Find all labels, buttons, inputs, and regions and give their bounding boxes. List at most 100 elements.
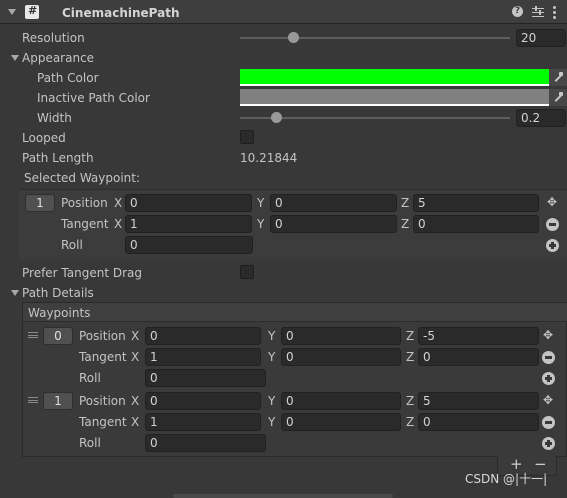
roll-label: Roll — [61, 238, 83, 252]
path-details-foldout-arrow-icon[interactable] — [11, 290, 19, 296]
roll-field[interactable]: 0 — [145, 434, 266, 452]
drag-handle-icon[interactable] — [28, 332, 38, 338]
add-icon[interactable] — [542, 372, 555, 385]
axis-y-label: Y — [268, 329, 276, 343]
position-label: Position — [61, 196, 108, 210]
position-x-field[interactable]: 0 — [145, 327, 261, 345]
resolution-field[interactable]: 20 — [516, 29, 566, 47]
tangent-x-field[interactable]: 1 — [125, 215, 252, 233]
axis-z-label: Z — [401, 217, 410, 231]
appearance-foldout-arrow-icon[interactable] — [11, 55, 19, 61]
component-header: # CinemachinePath ? — [0, 0, 567, 24]
position-label: Position — [79, 329, 126, 343]
width-field[interactable]: 0.2 — [516, 109, 566, 127]
tangent-y-field[interactable]: 0 — [270, 215, 397, 233]
tangent-y-field[interactable]: 0 — [281, 348, 401, 366]
axis-x-label: X — [131, 329, 140, 343]
axis-x-label: X — [131, 350, 140, 364]
selected-waypoint-label: Selected Waypoint: — [24, 171, 141, 185]
move-tool-icon[interactable]: ✥ — [543, 329, 555, 341]
inactive-path-color-label: Inactive Path Color — [37, 91, 150, 105]
axis-x-label: X — [114, 196, 123, 210]
axis-z-label: Z — [406, 394, 415, 408]
remove-icon[interactable] — [542, 351, 555, 364]
tangent-x-field[interactable]: 1 — [145, 413, 261, 431]
move-tool-icon[interactable]: ✥ — [547, 196, 559, 208]
kebab-menu-icon[interactable] — [553, 5, 557, 19]
axis-y-label: Y — [268, 350, 276, 364]
roll-field[interactable]: 0 — [145, 369, 266, 387]
looped-checkbox[interactable] — [240, 130, 254, 144]
waypoints-header-label: Waypoints — [28, 306, 91, 320]
position-label: Position — [79, 394, 126, 408]
path-details-label[interactable]: Path Details — [22, 285, 94, 301]
prefer-tangent-drag-label: Prefer Tangent Drag — [22, 266, 143, 280]
component-title: CinemachinePath — [62, 6, 180, 20]
selected-waypoint-index[interactable]: 1 — [25, 194, 55, 212]
presets-icon[interactable] — [532, 6, 544, 18]
axis-z-label: Z — [401, 196, 410, 210]
path-color-swatch[interactable] — [240, 69, 549, 86]
waypoint-index[interactable]: 1 — [43, 392, 73, 410]
tangent-z-field[interactable]: 0 — [413, 215, 539, 233]
remove-icon[interactable] — [546, 218, 559, 231]
axis-z-label: Z — [406, 415, 415, 429]
resolution-slider-thumb[interactable] — [288, 32, 299, 43]
tangent-label: Tangent — [79, 415, 127, 429]
remove-icon[interactable] — [542, 416, 555, 429]
axis-y-label: Y — [268, 394, 276, 408]
resolution-label: Resolution — [22, 31, 85, 45]
position-y-field[interactable]: 0 — [270, 194, 397, 212]
add-icon[interactable] — [542, 437, 555, 450]
selected-waypoint-panel: 1 Position X 0 Y 0 Z 5 ✥ Tangent X 1 Y 0… — [19, 189, 567, 259]
bottom-divider — [173, 494, 393, 498]
watermark: CSDN @|十一| — [465, 472, 548, 486]
tangent-z-field[interactable]: 0 — [418, 413, 539, 431]
axis-z-label: Z — [406, 350, 415, 364]
waypoints-list: Waypoints 0 Position X 0 Y 0 Z -5 ✥ Tang… — [22, 302, 567, 457]
width-label: Width — [37, 111, 72, 125]
axis-x-label: X — [131, 415, 140, 429]
width-slider-thumb[interactable] — [271, 112, 282, 123]
roll-label: Roll — [79, 371, 101, 385]
axis-x-label: X — [131, 394, 140, 408]
appearance-label[interactable]: Appearance — [22, 50, 94, 66]
position-z-field[interactable]: -5 — [418, 327, 539, 345]
eyedropper-icon[interactable] — [549, 69, 567, 86]
position-y-field[interactable]: 0 — [281, 327, 401, 345]
drag-handle-icon[interactable] — [28, 397, 38, 403]
position-x-field[interactable]: 0 — [125, 194, 252, 212]
tangent-label: Tangent — [79, 350, 127, 364]
help-icon[interactable]: ? — [512, 6, 523, 17]
position-z-field[interactable]: 5 — [418, 392, 539, 410]
tangent-z-field[interactable]: 0 — [418, 348, 539, 366]
tangent-y-field[interactable]: 0 — [281, 413, 401, 431]
position-x-field[interactable]: 0 — [145, 392, 261, 410]
component-enable-checkbox[interactable]: # — [25, 4, 39, 19]
add-icon[interactable] — [546, 239, 559, 252]
axis-x-label: X — [114, 217, 123, 231]
resolution-slider-track[interactable] — [240, 37, 510, 39]
prefer-tangent-drag-checkbox[interactable] — [240, 265, 254, 279]
position-z-field[interactable]: 5 — [413, 194, 539, 212]
tangent-label: Tangent — [61, 217, 109, 231]
eyedropper-icon[interactable] — [549, 89, 567, 106]
path-length-label: Path Length — [22, 151, 94, 165]
script-icon: # — [28, 4, 38, 17]
path-color-label: Path Color — [37, 71, 99, 85]
position-y-field[interactable]: 0 — [281, 392, 401, 410]
axis-y-label: Y — [257, 217, 265, 231]
tangent-x-field[interactable]: 1 — [145, 348, 261, 366]
axis-y-label: Y — [257, 196, 265, 210]
axis-y-label: Y — [268, 415, 276, 429]
waypoint-index[interactable]: 0 — [43, 327, 73, 345]
foldout-arrow-icon[interactable] — [8, 9, 16, 15]
looped-label: Looped — [22, 131, 66, 145]
inactive-path-color-swatch[interactable] — [240, 89, 549, 106]
roll-field[interactable]: 0 — [125, 236, 253, 254]
waypoints-list-header: Waypoints — [23, 303, 567, 322]
move-tool-icon[interactable]: ✥ — [543, 394, 555, 406]
path-length-value: 10.21844 — [240, 151, 298, 165]
roll-label: Roll — [79, 436, 101, 450]
axis-z-label: Z — [406, 329, 415, 343]
